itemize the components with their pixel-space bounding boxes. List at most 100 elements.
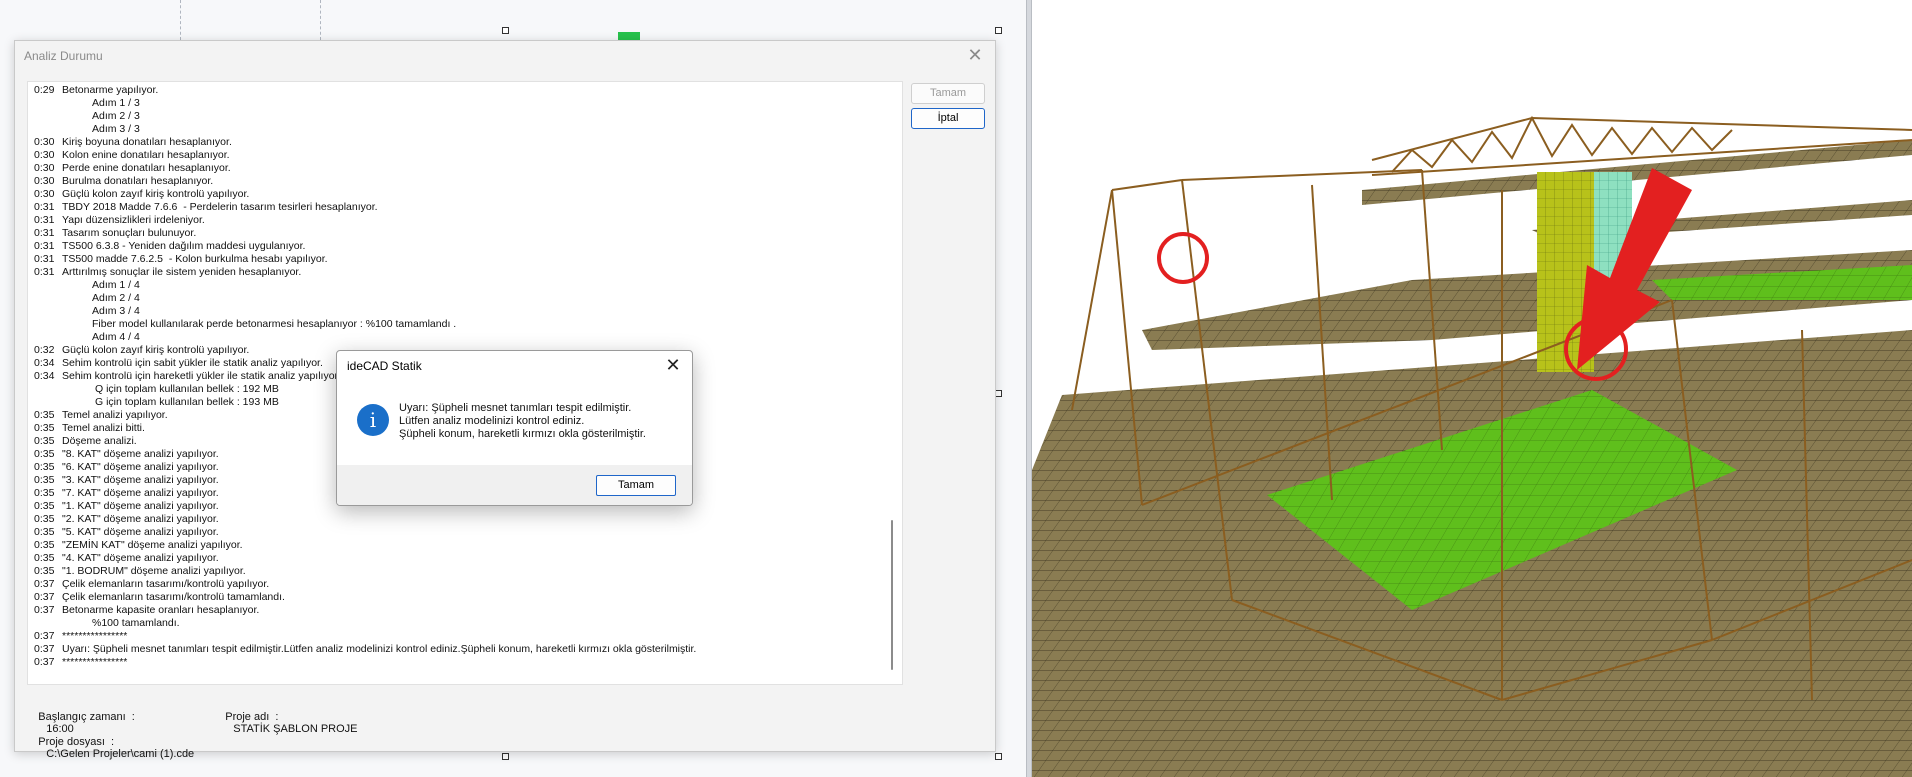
log-timestamp: 0:37 [34, 643, 55, 655]
log-line: Fiber model kullanılarak perde betonarme… [34, 318, 882, 331]
log-text: Döşeme analizi. [62, 435, 137, 447]
project-name-row: Proje adı : STATİK ŞABLON PROJE [213, 699, 358, 747]
close-icon[interactable]: ✕ [660, 353, 686, 377]
cancel-button[interactable]: İptal [911, 108, 985, 129]
selection-guide [320, 0, 321, 40]
log-timestamp: 0:35 [34, 448, 55, 460]
log-line: Adım 1 / 3 [34, 97, 882, 110]
resize-handle[interactable] [502, 27, 509, 34]
log-timestamp: 0:35 [34, 409, 55, 421]
close-icon[interactable]: ✕ [963, 44, 987, 66]
info-icon: i [357, 404, 389, 436]
warning-message-box[interactable]: ideCAD Statik ✕ i Uyarı: Şüpheli mesnet … [336, 350, 693, 506]
window-titlebar[interactable]: Analiz Durumu ✕ [15, 41, 995, 69]
message-box-footer: Tamam [337, 465, 692, 505]
log-timestamp: 0:35 [34, 552, 55, 564]
log-line: 0:30 Kolon enine donatıları hesaplanıyor. [34, 149, 882, 162]
log-timestamp: 0:31 [34, 214, 55, 226]
message-box-title: ideCAD Statik [347, 359, 422, 373]
log-text: Kolon enine donatıları hesaplanıyor. [62, 149, 230, 161]
log-timestamp: 0:35 [34, 422, 55, 434]
log-line: 0:30 Perde enine donatıları hesaplanıyor. [34, 162, 882, 175]
3d-viewport[interactable] [1032, 0, 1912, 777]
log-line: 0:31 Tasarım sonuçları bulunuyor. [34, 227, 882, 240]
log-line: 0:37 Çelik elemanların tasarımı/kontrolü … [34, 578, 882, 591]
log-line: Adım 4 / 4 [34, 331, 882, 344]
log-text: Adım 3 / 3 [92, 123, 140, 135]
message-ok-button[interactable]: Tamam [596, 475, 676, 496]
log-text: Tasarım sonuçları bulunuyor. [62, 227, 197, 239]
log-timestamp: 0:37 [34, 604, 55, 616]
scrollbar-thumb[interactable] [891, 520, 893, 670]
log-line: 0:31 Yapı düzensizlikleri irdeleniyor. [34, 214, 882, 227]
project-file-row: Proje dosyası : C:\Gelen Projeler\cami (… [26, 724, 194, 772]
log-line: 0:35 "4. KAT" döşeme analizi yapılıyor. [34, 552, 882, 565]
log-text: Fiber model kullanılarak perde betonarme… [92, 318, 457, 330]
log-line: 0:37 Çelik elemanların tasarımı/kontrolü … [34, 591, 882, 604]
log-text: G için toplam kullanılan bellek : 193 MB [95, 396, 279, 408]
log-text: "3. KAT" döşeme analizi yapılıyor. [62, 474, 219, 486]
window-title: Analiz Durumu [24, 49, 103, 63]
log-text: Çelik elemanların tasarımı/kontrolü tama… [62, 591, 285, 603]
project-name-value: STATİK ŞABLON PROJE [233, 723, 358, 735]
log-line: 0:35 "1. BODRUM" döşeme analizi yapılıyor… [34, 565, 882, 578]
log-text: Temel analizi yapılıyor. [62, 409, 168, 421]
log-timestamp: 0:31 [34, 201, 55, 213]
log-timestamp: 0:34 [34, 370, 55, 382]
log-line: 0:30 Burulma donatıları hesaplanıyor. [34, 175, 882, 188]
log-text: Temel analizi bitti. [62, 422, 145, 434]
log-text: Adım 4 / 4 [92, 331, 140, 343]
suspect-support-circle [1157, 232, 1209, 284]
structure-3d-view[interactable] [1032, 0, 1912, 777]
log-line: Adım 1 / 4 [34, 279, 882, 292]
log-text: Sehim kontrolü için sabit yükler ile sta… [62, 357, 323, 369]
resize-handle[interactable] [995, 753, 1002, 760]
log-line: Adım 2 / 4 [34, 292, 882, 305]
log-text: "1. BODRUM" döşeme analizi yapılıyor. [62, 565, 246, 577]
log-timestamp: 0:30 [34, 149, 55, 161]
log-timestamp: 0:37 [34, 591, 55, 603]
log-text: Arttırılmış sonuçlar ile sistem yeniden … [62, 266, 302, 278]
log-text: Adım 2 / 4 [92, 292, 140, 304]
message-text: Uyarı: Şüpheli mesnet tanımları tespit e… [399, 402, 646, 441]
log-text: Perde enine donatıları hesaplanıyor. [62, 162, 231, 174]
log-text: "2. KAT" döşeme analizi yapılıyor. [62, 513, 219, 525]
log-text: %100 tamamlandı. [92, 617, 180, 629]
log-timestamp: 0:35 [34, 565, 55, 577]
message-box-body: i Uyarı: Şüpheli mesnet tanımları tespit… [337, 382, 692, 465]
log-line: 0:37 **************** [34, 630, 882, 643]
log-text: TS500 madde 7.6.2.5 - Kolon burkulma hes… [62, 253, 328, 265]
project-file-value: C:\Gelen Projeler\cami (1).cde [46, 748, 195, 760]
log-timestamp: 0:35 [34, 435, 55, 447]
log-timestamp: 0:35 [34, 474, 55, 486]
log-text: TBDY 2018 Madde 7.6.6 - Perdelerin tasar… [62, 201, 378, 213]
resize-handle[interactable] [995, 390, 1002, 397]
log-text: Sehim kontrolü için hareketli yükler ile… [62, 370, 341, 382]
log-timestamp: 0:35 [34, 513, 55, 525]
resize-handle[interactable] [502, 753, 509, 760]
log-timestamp: 0:35 [34, 487, 55, 499]
selection-marker [618, 32, 640, 40]
log-timestamp: 0:35 [34, 526, 55, 538]
log-text: "1. KAT" döşeme analizi yapılıyor. [62, 500, 219, 512]
log-timestamp: 0:37 [34, 578, 55, 590]
ok-button[interactable]: Tamam [911, 83, 985, 104]
start-time-label: Başlangıç zamanı : [38, 711, 135, 723]
resize-handle[interactable] [995, 27, 1002, 34]
log-line: 0:31 TS500 6.3.8 - Yeniden dağılım maddes… [34, 240, 882, 253]
log-text: Yapı düzensizlikleri irdeleniyor. [62, 214, 205, 226]
log-text: Betonarme yapılıyor. [62, 84, 159, 96]
log-text: Adım 1 / 3 [92, 97, 140, 109]
log-timestamp: 0:35 [34, 539, 55, 551]
log-timestamp: 0:35 [34, 500, 55, 512]
log-text: **************** [62, 630, 128, 642]
log-text: Adım 3 / 4 [92, 305, 140, 317]
log-text: "6. KAT" döşeme analizi yapılıyor. [62, 461, 219, 473]
log-scrollbar[interactable] [888, 82, 896, 684]
log-text: Güçlü kolon zayıf kiriş kontrolü yapılıy… [62, 344, 250, 356]
selection-guide [180, 0, 181, 40]
log-timestamp: 0:34 [34, 357, 55, 369]
log-text: Güçlü kolon zayıf kiriş kontrolü yapılıy… [62, 188, 250, 200]
log-text: "ZEMİN KAT" döşeme analizi yapılıyor. [62, 539, 243, 551]
log-text: Burulma donatıları hesaplanıyor. [62, 175, 214, 187]
